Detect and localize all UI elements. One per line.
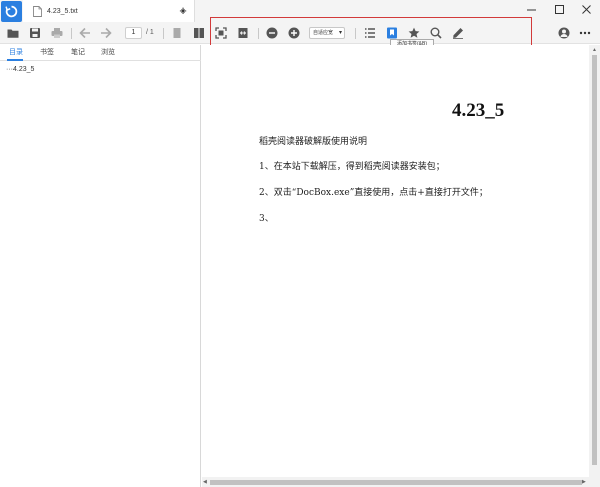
toolbar-separator <box>71 28 72 39</box>
vertical-scroll-thumb[interactable] <box>592 55 597 465</box>
user-icon[interactable] <box>556 25 572 41</box>
toolbar-separator <box>163 28 164 39</box>
active-tab-indicator <box>7 59 23 61</box>
more-icon[interactable] <box>577 25 593 41</box>
document-line: 1、在本站下载解压，得到稻壳阅读器安装包； <box>259 162 445 172</box>
page-number-input[interactable]: 1 <box>125 27 142 39</box>
minimize-icon[interactable] <box>520 0 542 18</box>
toolbar-separator <box>355 28 356 39</box>
maximize-icon[interactable] <box>548 0 570 18</box>
fit-width-icon[interactable] <box>235 25 251 41</box>
tab-title: 4.23_5.txt <box>47 7 78 15</box>
vertical-scrollbar[interactable]: ▲ <box>589 45 600 477</box>
annotate-pen-icon[interactable] <box>450 25 466 41</box>
outline-item[interactable]: ···4.23_5 <box>6 65 34 75</box>
outline-icon[interactable] <box>362 25 378 41</box>
save-icon[interactable] <box>27 25 43 41</box>
app-logo-icon[interactable] <box>1 1 22 22</box>
scroll-right-icon[interactable]: ▶ <box>582 479 586 485</box>
toolbar: 1 / 1 自适应宽 <box>0 22 600 44</box>
document-line: 稻壳阅读器破解版使用说明 <box>259 137 368 147</box>
zoom-mode-select[interactable]: 自适应宽 <box>309 27 345 39</box>
zoom-in-icon[interactable] <box>286 25 302 41</box>
open-folder-icon[interactable] <box>5 25 21 41</box>
tab-browse[interactable]: 浏览 <box>101 48 115 58</box>
single-page-icon[interactable] <box>169 25 185 41</box>
zoom-out-icon[interactable] <box>264 25 280 41</box>
prev-page-icon[interactable] <box>77 25 93 41</box>
tab-notes[interactable]: 笔记 <box>71 48 85 58</box>
sidebar-tabs: 目录 书签 笔记 浏览 <box>0 45 201 61</box>
sidebar: 目录 书签 笔记 浏览 ···4.23_5 <box>0 45 201 487</box>
document-line: 3、 <box>259 214 274 224</box>
horizontal-scrollbar[interactable]: ◀ ▶ <box>202 477 600 487</box>
document-tab[interactable]: 4.23_5.txt × <box>23 0 195 22</box>
document-title: 4.23_5 <box>452 100 505 121</box>
scroll-left-icon[interactable]: ◀ <box>203 479 207 485</box>
document-line: 2、双击“DocBox.exe”直接使用，点击+直接打开文件； <box>259 188 488 198</box>
horizontal-scroll-thumb[interactable] <box>210 480 582 485</box>
close-icon[interactable] <box>575 0 597 18</box>
double-page-icon[interactable] <box>191 25 207 41</box>
new-tab-button[interactable]: + <box>176 4 190 18</box>
tab-bookmarks[interactable]: 书签 <box>40 48 54 58</box>
scroll-up-icon[interactable]: ▲ <box>592 47 597 53</box>
toolbar-separator <box>258 28 259 39</box>
page-total: / 1 <box>146 29 154 36</box>
document-view[interactable]: 4.23_5 稻壳阅读器破解版使用说明 1、在本站下载解压，得到稻壳阅读器安装包… <box>202 45 600 487</box>
fit-page-icon[interactable] <box>213 25 229 41</box>
next-page-icon[interactable] <box>98 25 114 41</box>
title-bar: 4.23_5.txt × + <box>0 0 600 22</box>
tab-outline[interactable]: 目录 <box>9 48 23 58</box>
print-icon[interactable] <box>49 25 65 41</box>
file-icon <box>33 5 42 17</box>
